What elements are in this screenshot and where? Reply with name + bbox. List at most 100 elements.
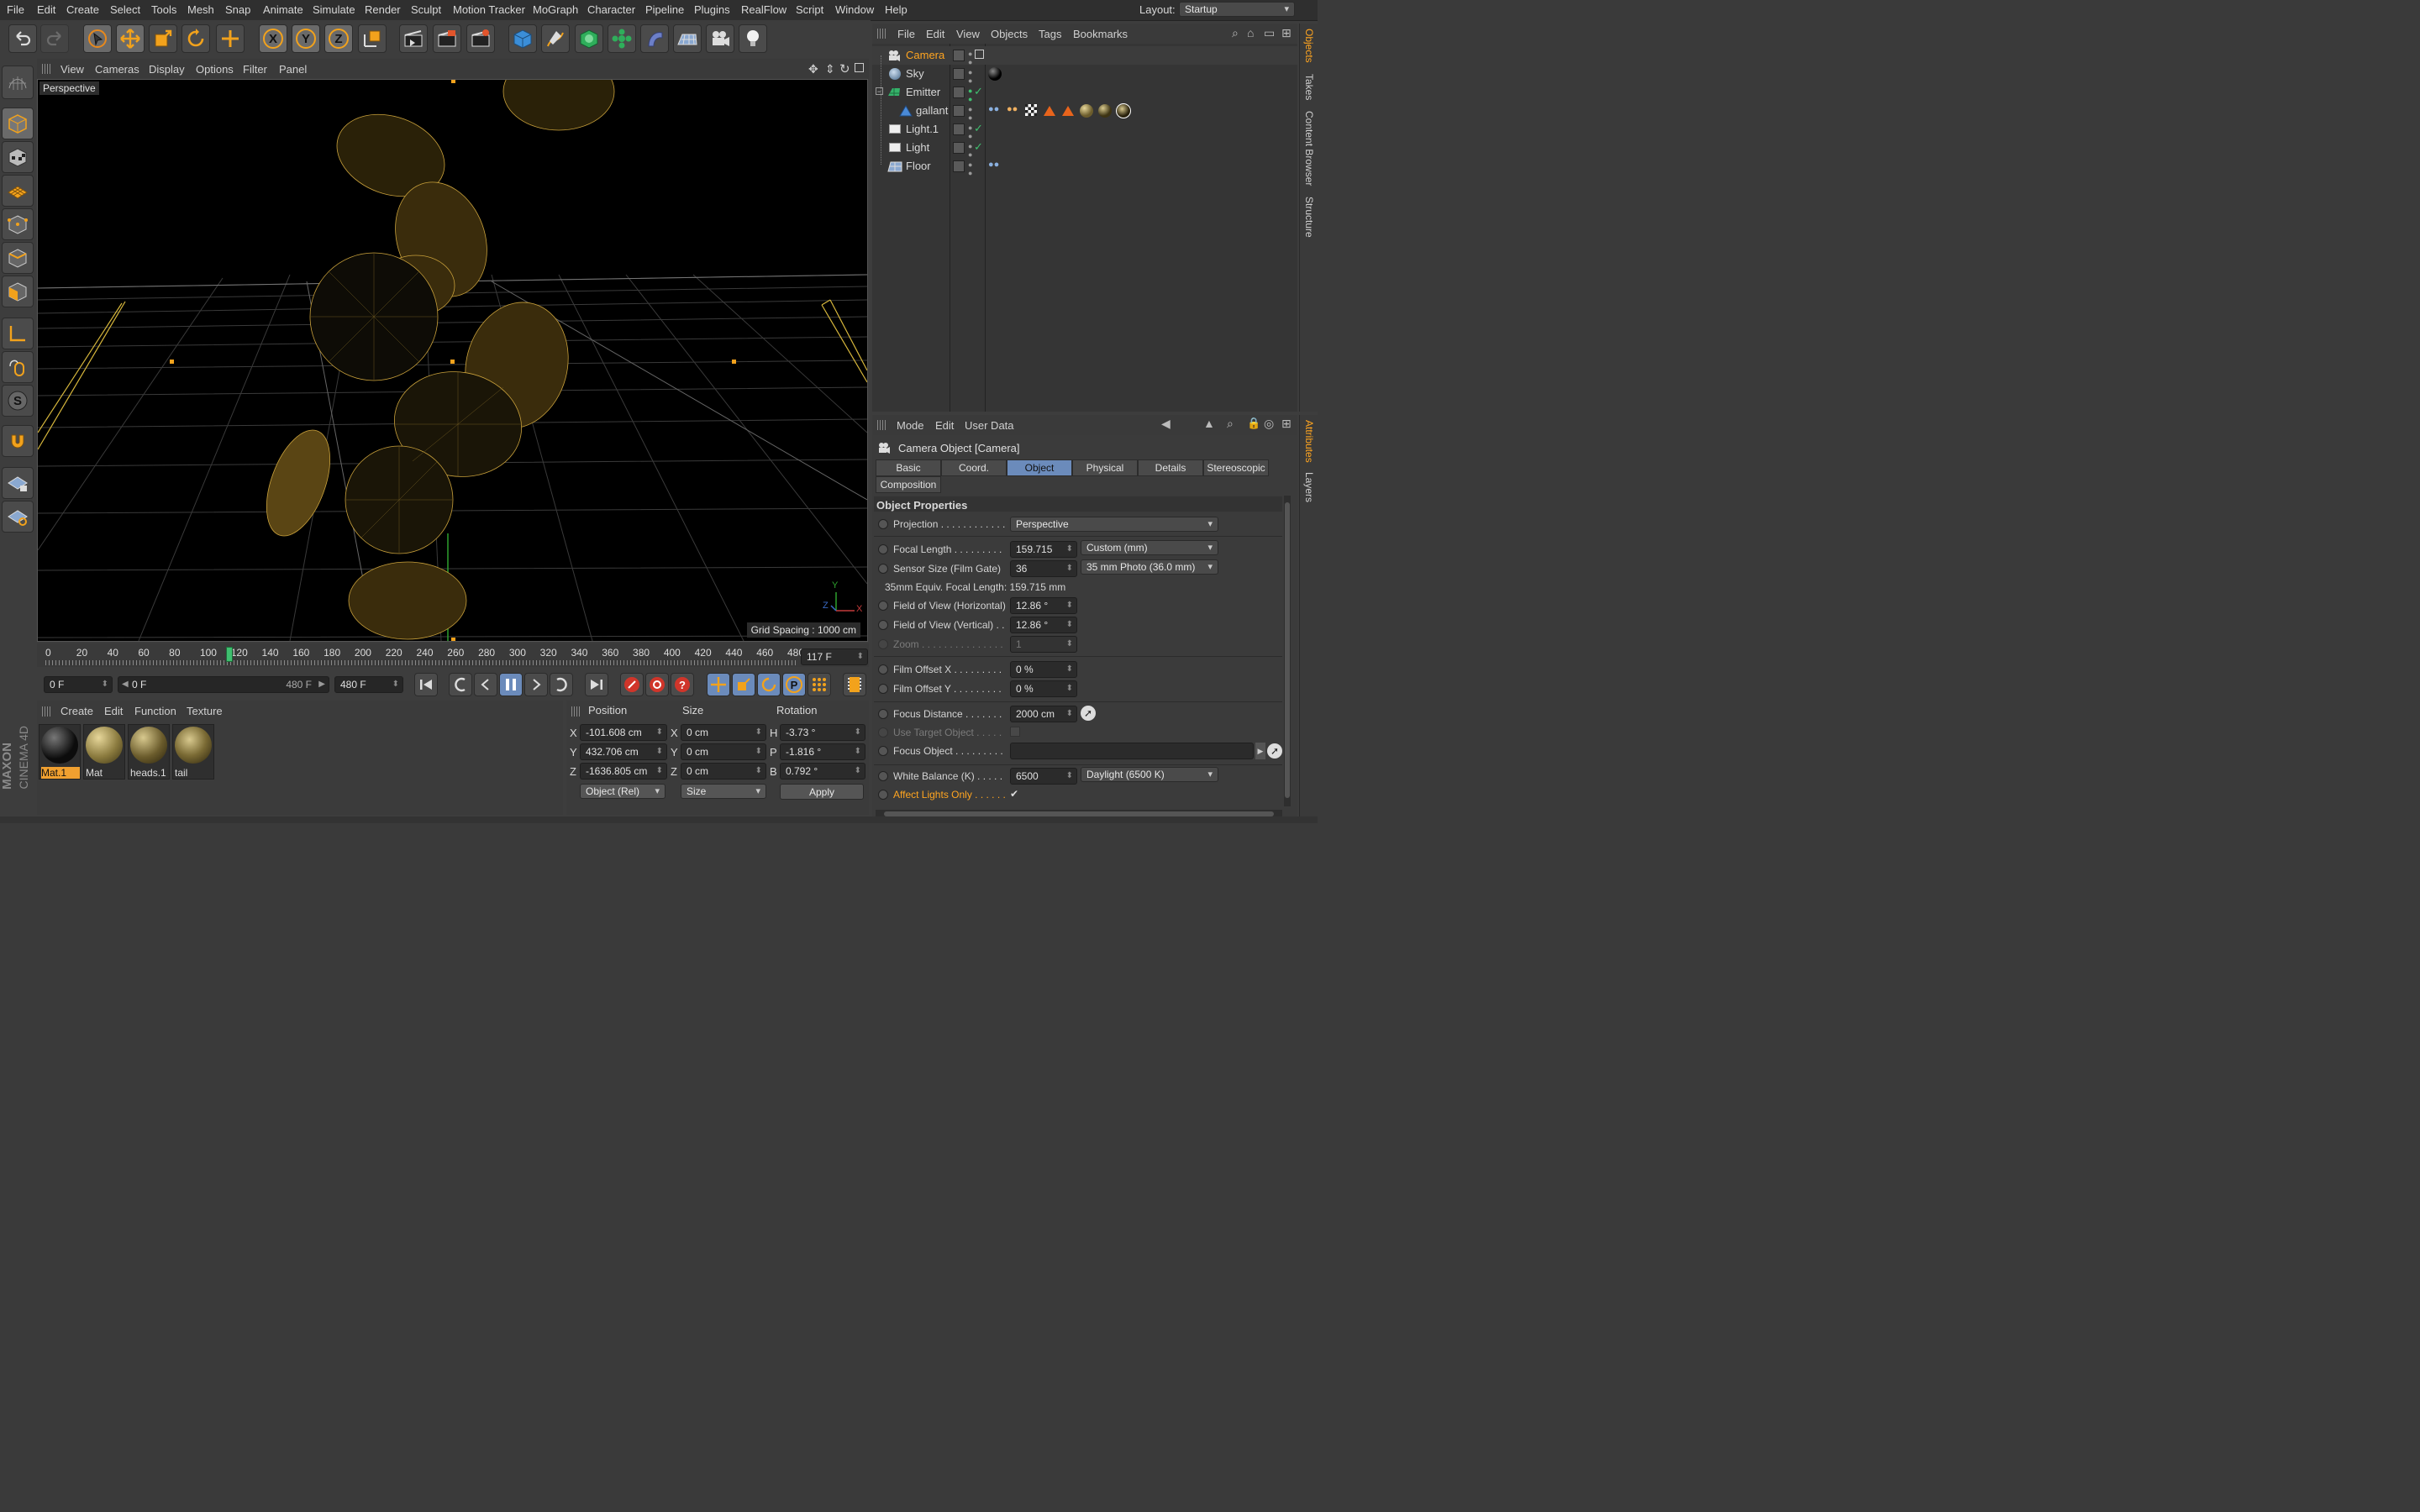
attributes-scrollbar[interactable] bbox=[1284, 496, 1291, 806]
target-icon[interactable]: ◎ bbox=[1264, 417, 1274, 431]
position-y-field[interactable]: 432.706 cm bbox=[580, 743, 667, 760]
menu-simulate[interactable]: Simulate bbox=[313, 3, 355, 16]
light-object-button[interactable] bbox=[739, 24, 767, 53]
polygon-selection-tag-2-icon[interactable] bbox=[1061, 104, 1075, 118]
rotation-h-field[interactable]: -3.73 ° bbox=[780, 724, 865, 741]
viewport-maximize-icon[interactable] bbox=[855, 63, 864, 72]
object-name[interactable]: Emitter bbox=[906, 86, 940, 98]
menu-pipeline[interactable]: Pipeline bbox=[645, 3, 684, 16]
material-menu-edit[interactable]: Edit bbox=[104, 705, 123, 717]
viewport-menu-view[interactable]: View bbox=[60, 63, 84, 76]
projection-dropdown[interactable]: Perspective bbox=[1010, 517, 1218, 532]
focus-pick-arrow-icon[interactable]: ➚ bbox=[1081, 706, 1096, 721]
tab-details[interactable]: Details bbox=[1138, 459, 1203, 476]
go-to-start-button[interactable] bbox=[414, 673, 438, 696]
side-tab-content-browser[interactable]: Content Browser bbox=[1303, 111, 1315, 186]
sensor-size-field[interactable]: 36 bbox=[1010, 560, 1077, 577]
white-balance-preset-dropdown[interactable]: Daylight (6500 K) bbox=[1081, 767, 1218, 782]
search-icon[interactable]: ⌕ bbox=[1227, 417, 1234, 431]
frame-range-slider[interactable]: ◀ 0 F 480 F ▶ bbox=[118, 676, 329, 693]
fov-horizontal-field[interactable]: 12.86 ° bbox=[1010, 597, 1077, 614]
focal-length-animate-icon[interactable] bbox=[878, 544, 888, 554]
key-position-button[interactable] bbox=[707, 673, 730, 696]
viewport-move-icon[interactable]: ✥ bbox=[808, 62, 818, 76]
new-panel-icon[interactable]: ⊞ bbox=[1281, 417, 1292, 431]
viewport-menu-filter[interactable]: Filter bbox=[243, 63, 267, 76]
focus-object-animate-icon[interactable] bbox=[878, 746, 888, 756]
material-swatch-tail[interactable]: tail bbox=[172, 724, 214, 780]
material-menu-texture[interactable]: Texture bbox=[187, 705, 223, 717]
pen-spline-button[interactable] bbox=[541, 24, 570, 53]
layout-dropdown[interactable]: Startup bbox=[1179, 2, 1295, 17]
film-offset-x-animate-icon[interactable] bbox=[878, 664, 888, 675]
home-icon[interactable]: ⌂ bbox=[1247, 26, 1254, 39]
object-row-sky[interactable]: Sky ● ● bbox=[872, 65, 1297, 85]
viewport-menu-cameras[interactable]: Cameras bbox=[95, 63, 139, 76]
objects-menu-edit[interactable]: Edit bbox=[926, 28, 944, 40]
layer-icon[interactable] bbox=[953, 105, 965, 117]
layer-icon[interactable] bbox=[953, 142, 965, 154]
visibility-dots-icon[interactable]: ● ● bbox=[968, 68, 972, 85]
object-name[interactable]: gallant bbox=[916, 104, 948, 117]
edges-mode-button[interactable] bbox=[2, 242, 34, 274]
viewport-menu-options[interactable]: Options bbox=[196, 63, 234, 76]
menu-motion-tracker[interactable]: Motion Tracker bbox=[453, 3, 525, 16]
focal-length-preset-dropdown[interactable]: Custom (mm) bbox=[1081, 540, 1218, 555]
layer-icon[interactable] bbox=[953, 123, 965, 135]
object-name[interactable]: Floor bbox=[906, 160, 931, 172]
side-tab-objects[interactable]: Objects bbox=[1303, 29, 1315, 63]
rotate-tool-button[interactable] bbox=[182, 24, 210, 53]
material-tag-icon[interactable] bbox=[988, 67, 1002, 81]
phong-tag-icon[interactable]: ●● bbox=[988, 104, 999, 114]
previous-frame-button[interactable] bbox=[474, 673, 497, 696]
up-arrow-icon[interactable]: ▲ bbox=[1203, 417, 1215, 430]
range-left-arrow-icon[interactable]: ◀ bbox=[122, 677, 129, 692]
target-tag-icon[interactable] bbox=[975, 50, 984, 59]
fov-vertical-field[interactable]: 12.86 ° bbox=[1010, 617, 1077, 633]
menu-sculpt[interactable]: Sculpt bbox=[411, 3, 441, 16]
viewport-camera-label[interactable]: Perspective bbox=[39, 81, 99, 95]
menu-help[interactable]: Help bbox=[885, 3, 908, 16]
go-to-end-button[interactable] bbox=[585, 673, 608, 696]
viewport-zoom-icon[interactable]: ⇕ bbox=[825, 62, 835, 76]
object-name[interactable]: Light bbox=[906, 141, 929, 154]
next-key-button[interactable] bbox=[550, 673, 573, 696]
move-tool-button[interactable] bbox=[116, 24, 145, 53]
cloner-button[interactable] bbox=[608, 24, 636, 53]
objects-menu-tags[interactable]: Tags bbox=[1039, 28, 1061, 40]
size-z-field[interactable]: 0 cm bbox=[681, 763, 766, 780]
solo-button[interactable]: S bbox=[2, 385, 34, 417]
range-right-arrow-icon[interactable]: ▶ bbox=[318, 677, 325, 692]
apply-button[interactable]: Apply bbox=[780, 784, 864, 800]
timeline-window-button[interactable] bbox=[843, 673, 866, 696]
objects-menu-bookmarks[interactable]: Bookmarks bbox=[1073, 28, 1128, 40]
material-menu-function[interactable]: Function bbox=[134, 705, 176, 717]
visibility-dots-icon[interactable]: ● ● bbox=[968, 160, 972, 177]
size-x-field[interactable]: 0 cm bbox=[681, 724, 766, 741]
menu-plugins[interactable]: Plugins bbox=[694, 3, 730, 16]
side-tab-attributes[interactable]: Attributes bbox=[1303, 420, 1315, 463]
projection-animate-icon[interactable] bbox=[878, 519, 888, 529]
attributes-menu-edit[interactable]: Edit bbox=[935, 419, 954, 432]
menu-select[interactable]: Select bbox=[110, 3, 140, 16]
attributes-scroll-thumb[interactable] bbox=[1285, 502, 1290, 798]
undo-button[interactable] bbox=[8, 24, 37, 53]
menu-tools[interactable]: Tools bbox=[151, 3, 176, 16]
focus-distance-animate-icon[interactable] bbox=[878, 709, 888, 719]
position-x-field[interactable]: -101.608 cm bbox=[580, 724, 667, 741]
snap-button[interactable] bbox=[2, 425, 34, 457]
object-row-emitter[interactable]: − Emitter ● ● ✓ bbox=[872, 83, 1297, 103]
enabled-check-icon[interactable]: ✓ bbox=[974, 85, 983, 98]
menu-character[interactable]: Character bbox=[587, 3, 635, 16]
scale-tool-button[interactable] bbox=[149, 24, 177, 53]
menu-render[interactable]: Render bbox=[365, 3, 401, 16]
attributes-menu-mode[interactable]: Mode bbox=[897, 419, 924, 432]
menu-window[interactable]: Window bbox=[835, 3, 874, 16]
layer-icon[interactable] bbox=[953, 160, 965, 172]
film-offset-y-animate-icon[interactable] bbox=[878, 684, 888, 694]
subdivision-surface-button[interactable] bbox=[575, 24, 603, 53]
new-panel-icon[interactable]: ⊞ bbox=[1281, 26, 1292, 40]
layer-icon[interactable] bbox=[953, 50, 965, 61]
back-arrow-icon[interactable]: ◀ bbox=[1161, 417, 1171, 431]
perspective-viewport[interactable]: Y X Z Perspective Grid Spacing : 1000 cm bbox=[37, 79, 868, 642]
